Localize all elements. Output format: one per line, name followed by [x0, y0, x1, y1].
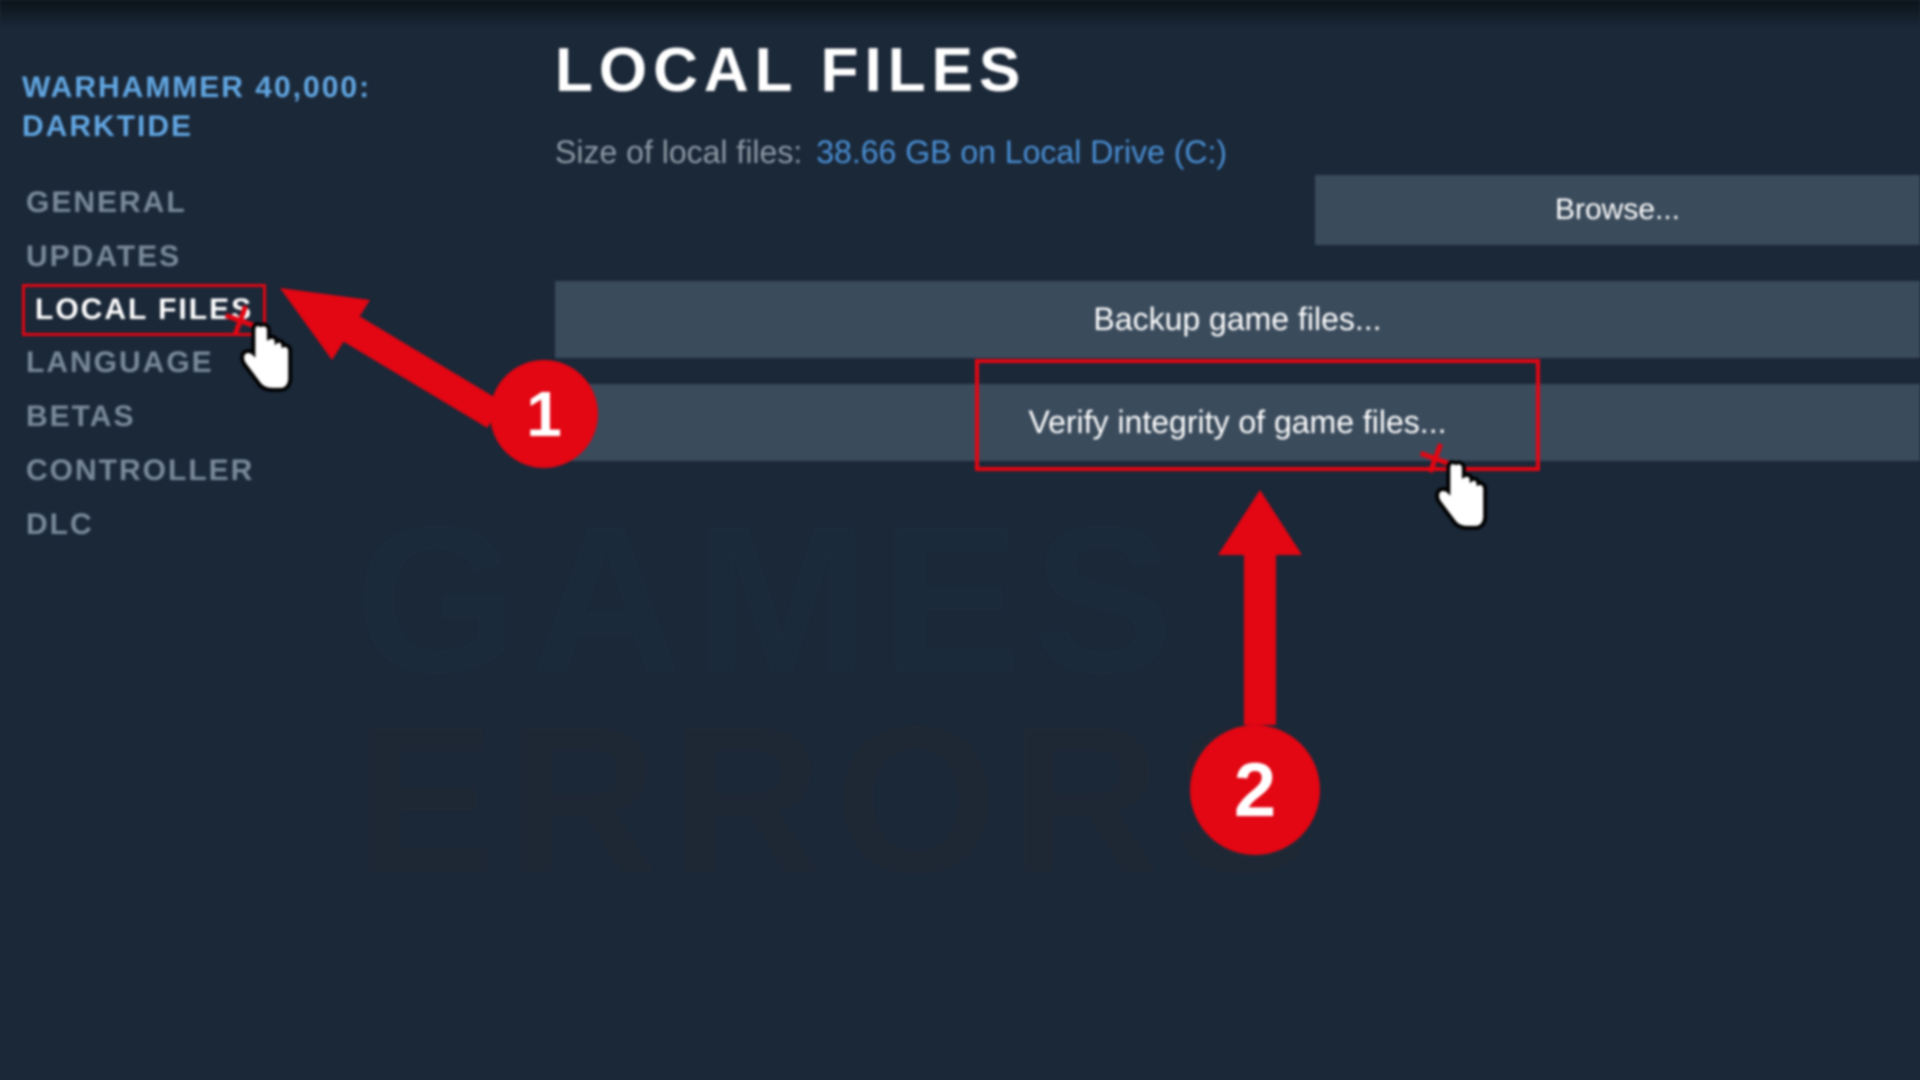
step-badge-2: 2	[1190, 725, 1320, 855]
step-badge-1-label: 1	[526, 377, 562, 451]
arrow-step2-icon	[1200, 485, 1320, 735]
arrow-step1-icon	[260, 280, 520, 440]
cursor-click-icon	[1425, 448, 1503, 536]
step-badge-2-label: 2	[1234, 747, 1276, 834]
